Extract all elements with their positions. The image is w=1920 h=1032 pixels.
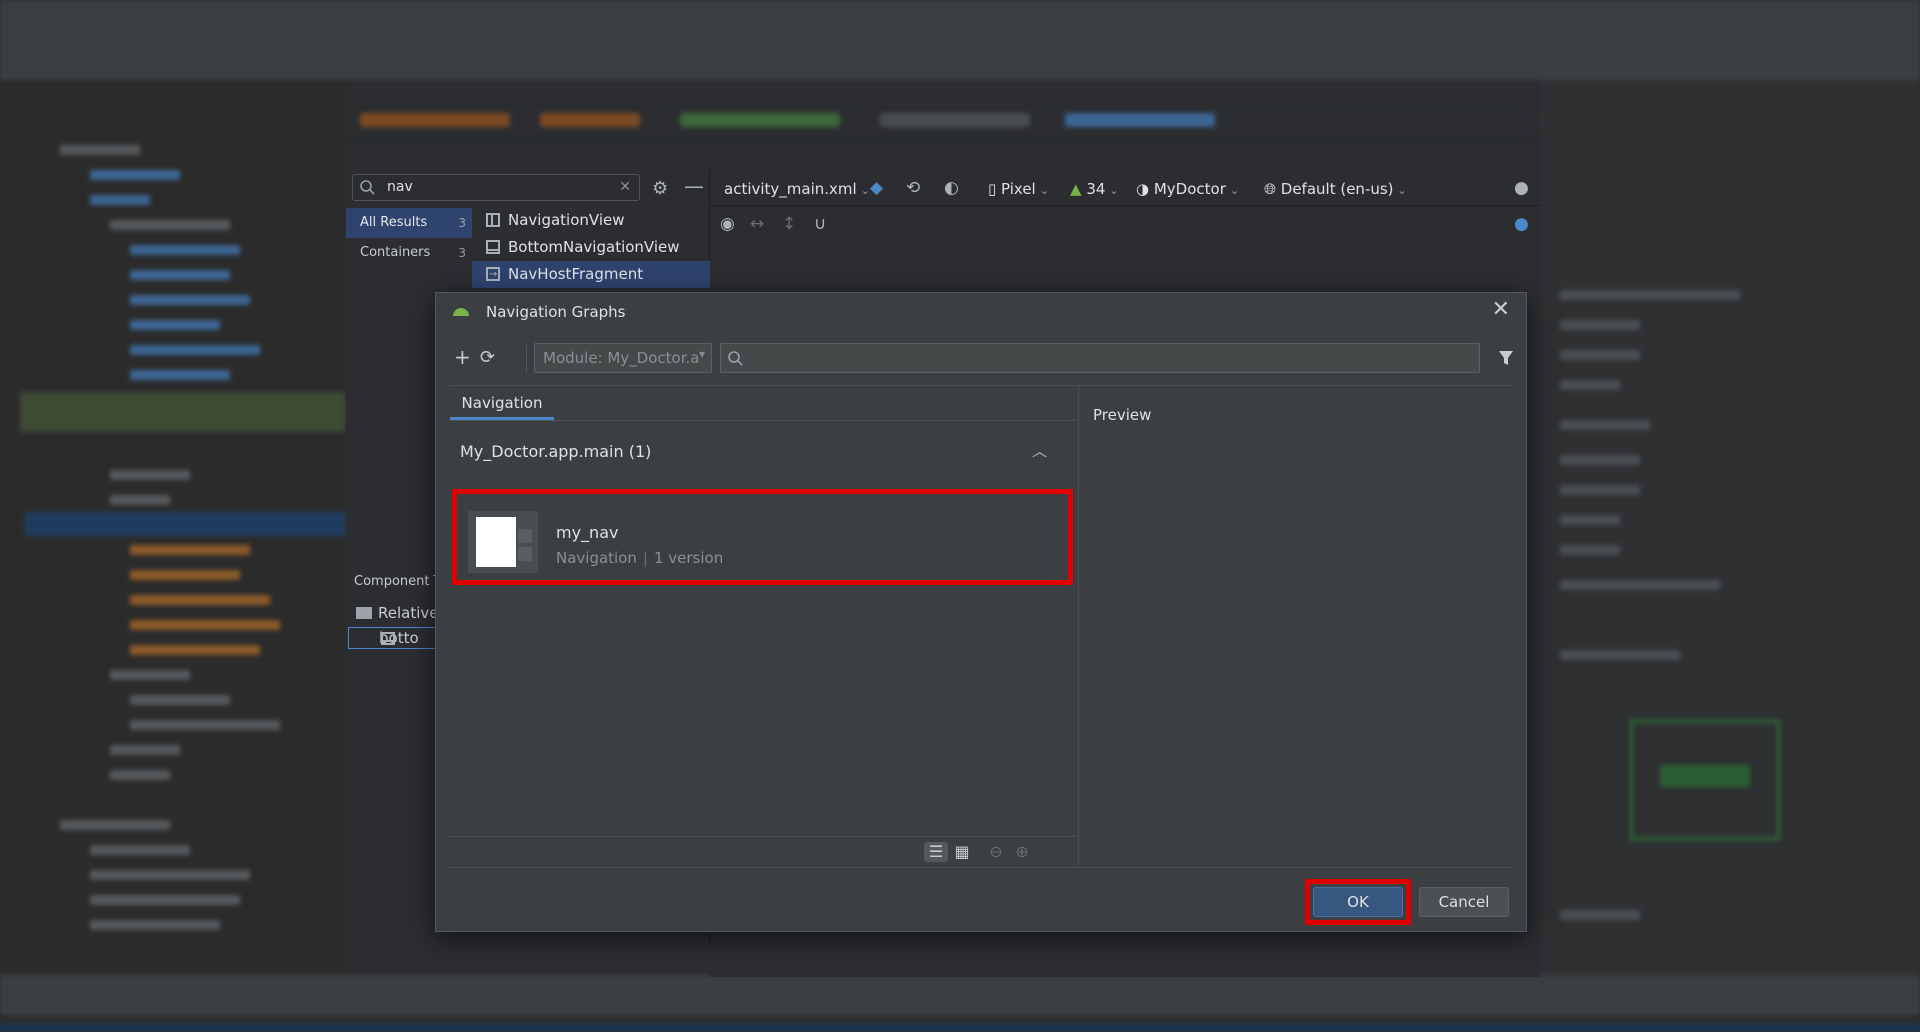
device-selector[interactable]: ▯ Pixel ⌄ (988, 180, 1049, 198)
dialog-toolbar: + ⟳ Module: My_Doctor.a ▾ (450, 341, 1514, 377)
api-selector[interactable]: ▲ 34 ⌄ (1070, 180, 1119, 198)
palette-item-bottomnavigationview[interactable]: BottomNavigationView (472, 234, 710, 261)
palette-categories: All Results 3 Containers 3 (346, 208, 472, 268)
resource-name: my_nav (556, 523, 619, 542)
search-icon (728, 351, 743, 366)
resource-search-input[interactable] (749, 346, 1469, 370)
palette-search-query: nav (387, 179, 413, 195)
gear-icon[interactable]: ⚙ (652, 178, 668, 199)
palette-item-navhostfragment[interactable]: NavHostFragment (472, 261, 710, 288)
bottom-tool-bar (0, 975, 1920, 1015)
chevron-up-icon[interactable]: ︿ (1032, 440, 1047, 461)
design-toolbar: activity_main.xml ⌄ ◆ ⟲ ◐ ▯ Pixel ⌄ ▲ 34 ⌄ … (710, 170, 1540, 206)
palette-search[interactable]: nav ✕ (352, 174, 640, 201)
list-view-icon[interactable]: ☰ (924, 842, 948, 862)
theme-selector[interactable]: ◑ MyDoctor ⌄ (1136, 180, 1239, 198)
vertical-expand-icon[interactable]: ↕ (782, 214, 796, 234)
eye-icon[interactable]: ◉ (720, 214, 735, 234)
bottom-navigation-icon (381, 632, 395, 645)
project-tree-highlight (20, 392, 346, 432)
grid-view-icon[interactable]: ▦ (950, 842, 974, 862)
orientation-icon[interactable]: ⟲ (906, 178, 920, 198)
search-icon (360, 180, 375, 195)
component-tree-row[interactable]: Relative (356, 604, 439, 622)
magnet-icon[interactable]: ∪ (814, 214, 826, 234)
layers-icon[interactable]: ◆ (870, 178, 883, 198)
close-icon[interactable]: ✕ (1492, 297, 1510, 322)
file-selector[interactable]: activity_main.xml ⌄ (724, 180, 870, 198)
attributes-panel (1540, 80, 1920, 980)
component-tree-title: Component T (354, 574, 442, 589)
add-icon[interactable]: + (454, 345, 471, 369)
fragment-icon (486, 261, 500, 288)
resource-list-pane: Navigation My_Doctor.app.main (1) ︿ my_n… (450, 386, 1077, 866)
night-mode-icon[interactable]: ◐ (944, 178, 959, 198)
view-options-bar: ☰ ▦ ⊖ ⊕ (450, 836, 1077, 866)
project-tree-selection (25, 512, 346, 536)
palette-item-navigationview[interactable]: NavigationView (472, 207, 710, 234)
navigation-thumbnail (468, 511, 538, 573)
clear-search-icon[interactable]: ✕ (619, 179, 631, 195)
module-select[interactable]: Module: My_Doctor.a ▾ (534, 343, 712, 373)
ok-button[interactable]: OK (1313, 887, 1403, 917)
preview-pane: Preview (1078, 386, 1512, 866)
resource-search[interactable] (720, 343, 1480, 373)
palette-items: NavigationView BottomNavigationView NavH… (472, 207, 710, 288)
menu-bar (0, 0, 1920, 40)
main-toolbar (0, 40, 1920, 80)
navigation-view-icon (486, 213, 500, 227)
warning-icon[interactable]: ● (1514, 178, 1529, 198)
dialog-title: Navigation Graphs (486, 303, 626, 321)
refresh-icon[interactable]: ⟳ (480, 347, 495, 368)
locale-selector[interactable]: 🌐︎ Default (en-us) ⌄ (1264, 180, 1407, 198)
preview-label: Preview (1093, 406, 1152, 424)
minimize-icon[interactable]: — (684, 174, 704, 198)
dropdown-arrow-icon: ▾ (698, 347, 705, 361)
tab-navigation[interactable]: Navigation (450, 386, 554, 420)
zoom-in-icon[interactable]: ⊕ (1010, 842, 1034, 862)
android-icon (453, 308, 469, 316)
navigation-graphs-dialog: Navigation Graphs ✕ + ⟳ Module: My_Docto… (435, 292, 1527, 932)
design-toolbar-secondary: ◉ ↔ ↕ ∪ ● (710, 206, 1540, 242)
resource-item-my-nav[interactable]: my_nav Navigation | 1 version (456, 493, 1069, 581)
resource-group-header: My_Doctor.app.main (1) (460, 442, 652, 461)
help-icon[interactable]: ● (1514, 214, 1529, 234)
resource-meta: Navigation | 1 version (556, 549, 724, 567)
cancel-button[interactable]: Cancel (1419, 887, 1509, 917)
bottom-navigation-icon (486, 240, 500, 254)
palette-category-all-results[interactable]: All Results 3 (346, 208, 472, 238)
zoom-out-icon[interactable]: ⊖ (984, 842, 1008, 862)
component-tree-row[interactable]: botto (348, 627, 436, 649)
relative-layout-icon (356, 607, 372, 619)
palette-category-containers[interactable]: Containers 3 (346, 238, 472, 268)
horizontal-expand-icon[interactable]: ↔ (750, 214, 764, 234)
filter-icon[interactable] (1498, 349, 1514, 367)
